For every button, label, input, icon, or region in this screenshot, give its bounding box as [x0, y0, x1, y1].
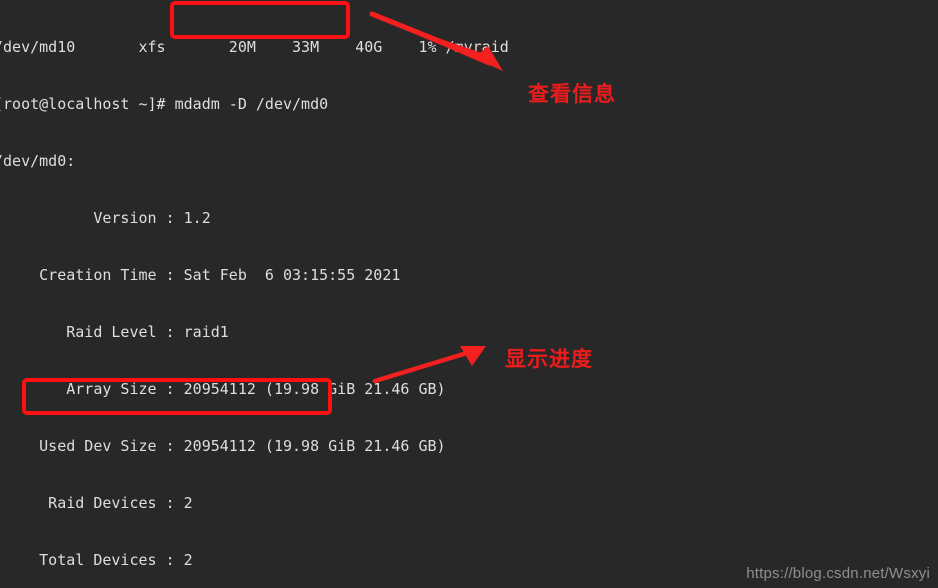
- terminal-line: Creation Time : Sat Feb 6 03:15:55 2021: [0, 266, 401, 284]
- terminal-line: /dev/md0:: [0, 152, 76, 170]
- annotation-label-show-progress: 显示进度: [505, 347, 593, 371]
- terminal-window: /dev/md10 xfs 20M 33M 40G 1% /myraid [ro…: [0, 0, 938, 588]
- terminal-line: Raid Level : raid1: [0, 323, 229, 341]
- terminal-line: Used Dev Size : 20954112 (19.98 GiB 21.4…: [0, 437, 446, 455]
- terminal-line: /dev/md10 xfs 20M 33M 40G 1% /myraid: [0, 38, 509, 56]
- watermark: https://blog.csdn.net/Wsxyi: [746, 565, 930, 582]
- terminal-output[interactable]: /dev/md10 xfs 20M 33M 40G 1% /myraid [ro…: [0, 0, 938, 588]
- terminal-line-command: [root@localhost ~]# mdadm -D /dev/md0: [0, 95, 329, 113]
- annotation-label-view-info: 查看信息: [528, 82, 616, 106]
- terminal-line: Raid Devices : 2: [0, 494, 193, 512]
- terminal-line: Version : 1.2: [0, 209, 211, 227]
- terminal-line: Array Size : 20954112 (19.98 GiB 21.46 G…: [0, 380, 446, 398]
